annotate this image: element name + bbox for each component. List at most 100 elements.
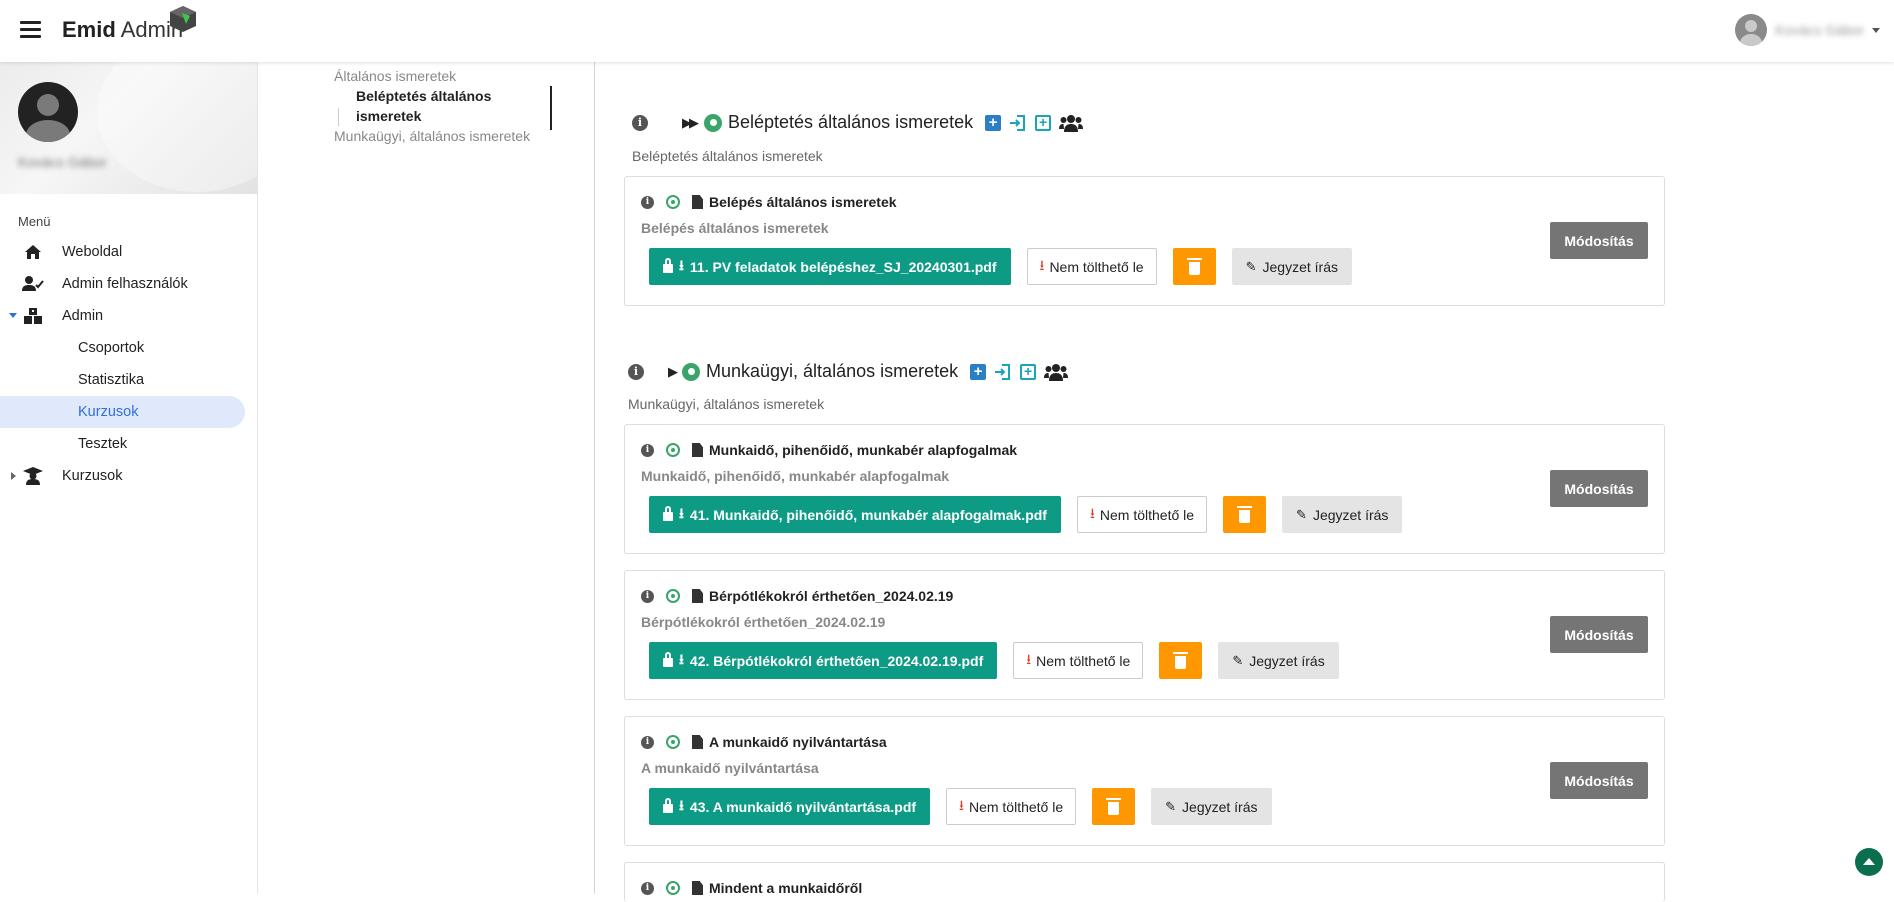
- target-icon: [666, 881, 680, 895]
- users-icon[interactable]: [1059, 114, 1084, 132]
- note-button[interactable]: ✎ Jegyzet írás: [1218, 642, 1339, 679]
- scroll-to-top-button[interactable]: [1855, 848, 1883, 876]
- modify-button[interactable]: Módosítás: [1550, 762, 1648, 799]
- toc-active-indicator: [550, 86, 552, 130]
- card-title: Belépés általános ismeretek: [709, 194, 897, 210]
- content-divider: [594, 62, 595, 894]
- lock-icon: [663, 257, 673, 273]
- document-icon: [692, 881, 703, 895]
- download-icon: ⭳: [679, 796, 684, 813]
- sidebar-item-kurzusok[interactable]: Kurzusok: [0, 460, 257, 492]
- chevron-right-icon[interactable]: ▶: [668, 364, 678, 380]
- sidebar-item-kurzusok-admin[interactable]: Kurzusok: [0, 396, 245, 428]
- not-downloadable-button[interactable]: ⭳ Nem tölthető le: [1013, 642, 1144, 679]
- card-actions: ⭳ 11. PV feladatok belépéshez_SJ_2024030…: [649, 248, 1352, 285]
- trash-icon: [1186, 257, 1202, 275]
- user-check-icon: [22, 275, 44, 293]
- card-actions: ⭳ 42. Bérpótlékokról érthetően_2024.02.1…: [649, 642, 1339, 679]
- document-icon: [692, 735, 703, 749]
- chevron-down-icon: [9, 313, 17, 318]
- target-icon: [666, 443, 680, 457]
- status-dot-icon: [682, 362, 700, 381]
- delete-button[interactable]: [1092, 788, 1136, 825]
- card-title: Munkaidő, pihenőidő, munkabér alapfogalm…: [709, 442, 1018, 458]
- boxes-icon: [22, 307, 44, 325]
- profile-name: Kovács Gábor: [18, 154, 107, 170]
- toc-item-altalanos[interactable]: Általános ismeretek: [334, 66, 554, 86]
- home-icon: [22, 243, 44, 261]
- card-header: i Bérpótlékokról érthetően_2024.02.19: [641, 588, 953, 604]
- menu-label: Menü: [18, 214, 51, 229]
- info-icon[interactable]: i: [641, 735, 654, 749]
- sidebar-item-tesztek[interactable]: Tesztek: [0, 428, 257, 460]
- info-icon[interactable]: i: [641, 443, 654, 457]
- download-red-icon: ⭳: [1026, 650, 1032, 667]
- import-icon[interactable]: [1009, 114, 1027, 132]
- add-subsection-icon[interactable]: +: [1020, 363, 1037, 380]
- add-lesson-icon[interactable]: +: [970, 363, 987, 380]
- sidebar: Kovács Gábor Menü Weboldal Admin felhasz…: [0, 62, 258, 894]
- card-header: i A munkaidő nyilvántartása: [641, 734, 887, 750]
- download-icon: ⭳: [679, 256, 684, 273]
- menu-toggle-icon[interactable]: [20, 21, 41, 38]
- chevron-right-icon: [11, 472, 16, 480]
- card-subtitle: Bérpótlékokról érthetően_2024.02.19: [641, 614, 886, 630]
- note-button[interactable]: ✎ Jegyzet írás: [1282, 496, 1403, 533]
- double-chevron-icon[interactable]: ▶▶: [682, 115, 699, 131]
- sidebar-item-statisztika[interactable]: Statisztika: [0, 364, 257, 396]
- course-toc: Általános ismeretek Beléptetés általános…: [334, 66, 554, 146]
- lesson-card: i Bérpótlékokról érthetően_2024.02.19 Bé…: [624, 570, 1665, 700]
- delete-button[interactable]: [1172, 248, 1216, 285]
- info-icon[interactable]: i: [632, 114, 648, 131]
- card-header: i Munkaidő, pihenőidő, munkabér alapfoga…: [641, 442, 1017, 458]
- sidebar-item-admin-users[interactable]: Admin felhasználók: [0, 268, 257, 300]
- user-menu[interactable]: Kovács Gábor: [1735, 14, 1880, 46]
- download-red-icon: ⭳: [1039, 256, 1045, 273]
- card-actions: ⭳ 43. A munkaidő nyilvántartása.pdf ⭳ Ne…: [649, 788, 1272, 825]
- file-download-button[interactable]: ⭳ 42. Bérpótlékokról érthetően_2024.02.1…: [649, 642, 998, 679]
- lock-icon: [663, 651, 673, 667]
- download-icon: ⭳: [679, 504, 684, 521]
- chevron-up-icon: [1863, 857, 1875, 865]
- card-header: i Belépés általános ismeretek: [641, 194, 897, 210]
- file-download-button[interactable]: ⭳ 11. PV feladatok belépéshez_SJ_2024030…: [649, 248, 1011, 285]
- toc-item-munkaugyi[interactable]: Munkaügyi, általános ismeretek: [334, 126, 554, 146]
- info-icon[interactable]: i: [628, 363, 644, 380]
- sidebar-item-admin[interactable]: Admin: [0, 300, 257, 332]
- lesson-card: i A munkaidő nyilvántartása A munkaidő n…: [624, 716, 1665, 846]
- add-lesson-icon[interactable]: +: [985, 114, 1002, 131]
- sidebar-item-csoportok[interactable]: Csoportok: [0, 332, 257, 364]
- not-downloadable-button[interactable]: ⭳ Nem tölthető le: [1076, 496, 1208, 533]
- modify-button[interactable]: Módosítás: [1550, 222, 1648, 259]
- modify-button[interactable]: Módosítás: [1550, 470, 1648, 507]
- section-description: Beléptetés általános ismeretek: [632, 148, 823, 164]
- info-icon[interactable]: i: [641, 881, 654, 895]
- delete-button[interactable]: [1223, 496, 1267, 533]
- trash-icon: [1106, 797, 1122, 815]
- card-subtitle: Belépés általános ismeretek: [641, 220, 829, 236]
- file-download-button[interactable]: ⭳ 43. A munkaidő nyilvántartása.pdf: [649, 788, 931, 825]
- sidebar-item-weboldal[interactable]: Weboldal: [0, 236, 257, 268]
- add-subsection-icon[interactable]: +: [1035, 114, 1052, 131]
- note-button[interactable]: ✎ Jegyzet írás: [1151, 788, 1272, 825]
- not-downloadable-button[interactable]: ⭳ Nem tölthető le: [946, 788, 1077, 825]
- info-icon[interactable]: i: [641, 589, 654, 603]
- brand-name[interactable]: Emid Admin: [62, 17, 183, 43]
- import-icon[interactable]: [994, 363, 1012, 381]
- download-icon: ⭳: [679, 650, 684, 667]
- card-title: A munkaidő nyilvántartása: [709, 734, 887, 750]
- not-downloadable-button[interactable]: ⭳ Nem tölthető le: [1026, 248, 1157, 285]
- users-icon[interactable]: [1044, 363, 1069, 381]
- trash-icon: [1237, 505, 1253, 523]
- modify-button[interactable]: Módosítás: [1550, 616, 1648, 653]
- toc-item-beleptetes[interactable]: Beléptetés általános ismeretek: [338, 86, 554, 126]
- edit-note-icon: ✎: [1232, 652, 1244, 668]
- top-bar: Emid Admin Kovács Gábor: [0, 0, 1894, 62]
- info-icon[interactable]: i: [641, 195, 654, 209]
- status-dot-icon: [704, 113, 722, 132]
- delete-button[interactable]: [1159, 642, 1203, 679]
- target-icon: [666, 195, 680, 209]
- file-download-button[interactable]: ⭳ 41. Munkaidő, pihenőidő, munkabér alap…: [649, 496, 1061, 533]
- document-icon: [692, 589, 703, 603]
- note-button[interactable]: ✎ Jegyzet írás: [1231, 248, 1352, 285]
